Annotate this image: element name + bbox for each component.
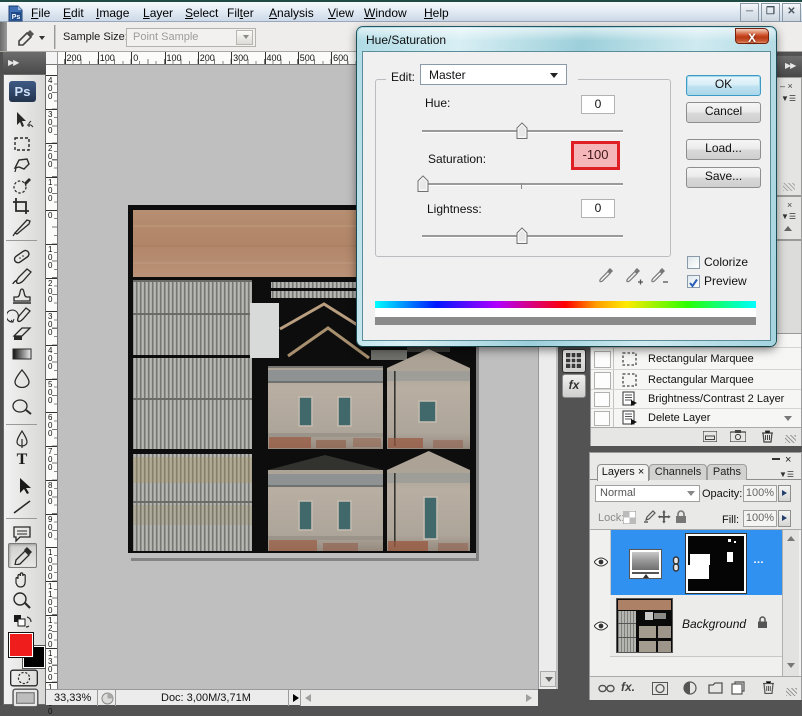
svg-text:Ps: Ps (12, 14, 21, 21)
